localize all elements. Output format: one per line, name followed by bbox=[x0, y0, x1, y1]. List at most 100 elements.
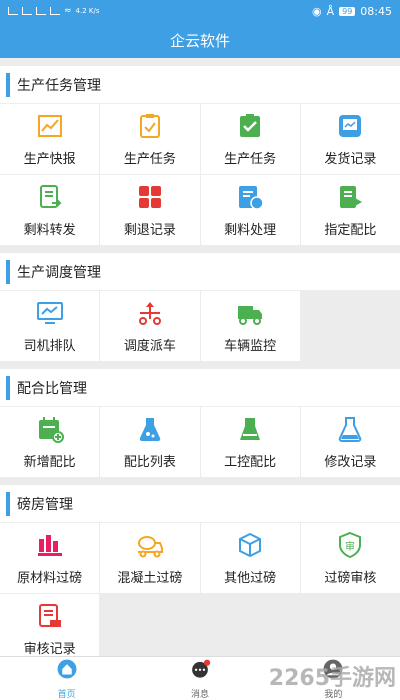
tab-message[interactable]: 消息 bbox=[133, 657, 266, 700]
feature-tile[interactable]: 司机排队 bbox=[0, 291, 100, 361]
feature-label: 剩料转发 bbox=[23, 222, 76, 238]
section-3: 磅房管理原材料过磅 混凝土过磅 其他过磅 审过磅审核审核记录 bbox=[0, 485, 400, 664]
beaker-icon bbox=[236, 415, 264, 443]
signal-icon bbox=[22, 7, 32, 15]
feature-label: 原材料过磅 bbox=[17, 570, 83, 586]
feature-tile[interactable]: 审核记录 bbox=[0, 594, 100, 664]
feature-label: 过磅审核 bbox=[324, 570, 377, 586]
section-header: 生产调度管理 bbox=[0, 253, 400, 291]
bluetooth-icon: Å bbox=[326, 4, 335, 18]
edit-doc-icon bbox=[236, 183, 264, 211]
section-title: 磅房管理 bbox=[17, 496, 73, 513]
feature-tile[interactable]: 工控配比 bbox=[200, 407, 300, 477]
material-scale-icon bbox=[36, 531, 64, 559]
feature-grid: 司机排队 调度派车 车辆监控 bbox=[0, 291, 400, 361]
section-accent-bar bbox=[6, 375, 10, 400]
truck-icon bbox=[236, 299, 264, 327]
feature-tile[interactable]: 发货记录 bbox=[300, 104, 400, 174]
network-speed: 4.2 K/s bbox=[75, 6, 100, 15]
signal-icon bbox=[50, 7, 60, 15]
chart-icon bbox=[36, 112, 64, 140]
feature-tile[interactable]: 生产任务 bbox=[100, 104, 200, 174]
tab-home[interactable]: 首页 bbox=[0, 657, 133, 700]
tab-label: 消息 bbox=[190, 689, 209, 700]
signal-icon bbox=[8, 7, 18, 15]
section-header: 磅房管理 bbox=[0, 485, 400, 523]
feature-label: 工控配比 bbox=[224, 454, 277, 470]
feature-label: 指定配比 bbox=[324, 222, 377, 238]
feature-tile[interactable]: 混凝土过磅 bbox=[100, 523, 200, 593]
feature-tile[interactable]: 生产任务 bbox=[200, 104, 300, 174]
section-title: 配合比管理 bbox=[17, 380, 87, 397]
app-title: 企云软件 bbox=[169, 31, 230, 50]
apps-grid-icon bbox=[136, 183, 164, 211]
feature-label: 审核记录 bbox=[23, 641, 76, 657]
box-icon bbox=[236, 531, 264, 559]
mixer-truck-icon bbox=[136, 531, 164, 559]
flask-edit-icon bbox=[336, 415, 364, 443]
eye-icon: ◉ bbox=[311, 4, 322, 18]
feature-label: 其他过磅 bbox=[224, 570, 277, 586]
section-header: 生产任务管理 bbox=[0, 66, 400, 104]
feature-label: 发货记录 bbox=[324, 151, 377, 167]
section-title: 生产调度管理 bbox=[17, 264, 101, 281]
feature-grid: 原材料过磅 混凝土过磅 其他过磅 审过磅审核审核记录 bbox=[0, 523, 400, 664]
section-accent-bar bbox=[6, 259, 10, 284]
section-2: 配合比管理新增配比 配比列表 工控配比 修改记录 bbox=[0, 369, 400, 477]
feature-tile[interactable]: 原材料过磅 bbox=[0, 523, 100, 593]
status-bar: ≈ 4.2 K/s ◉ Å 99 08:45 bbox=[0, 0, 400, 22]
signal-indicators: ≈ 4.2 K/s bbox=[8, 6, 100, 16]
feature-tile[interactable]: 修改记录 bbox=[300, 407, 400, 477]
clipboard-check-icon bbox=[236, 112, 264, 140]
feature-tile[interactable]: 调度派车 bbox=[100, 291, 200, 361]
feature-label: 修改记录 bbox=[324, 454, 377, 470]
main-content: 生产任务管理 生产快报 生产任务 生产任务 发货记录 剩料转发 剩退记录 剩料处理 指定配比 生产… bbox=[0, 66, 400, 672]
flag-doc-icon bbox=[336, 183, 364, 211]
home-icon bbox=[56, 658, 78, 684]
clock: 08:45 bbox=[360, 4, 392, 18]
feature-tile[interactable]: 其他过磅 bbox=[200, 523, 300, 593]
feature-label: 新增配比 bbox=[23, 454, 76, 470]
feature-label: 剩料处理 bbox=[224, 222, 277, 238]
document-forward-icon bbox=[36, 183, 64, 211]
feature-label: 生产任务 bbox=[123, 151, 176, 167]
shield-audit-icon: 审 bbox=[336, 531, 364, 559]
watermark-logo: 2265手游网 bbox=[268, 666, 396, 691]
battery-indicator: 99 bbox=[339, 6, 356, 16]
feature-label: 混凝土过磅 bbox=[117, 570, 183, 586]
feature-tile[interactable]: 配比列表 bbox=[100, 407, 200, 477]
feature-tile[interactable]: 指定配比 bbox=[300, 175, 400, 245]
clipboard-icon bbox=[136, 112, 164, 140]
section-accent-bar bbox=[6, 491, 10, 516]
feature-label: 调度派车 bbox=[123, 338, 176, 354]
section-header: 配合比管理 bbox=[0, 369, 400, 407]
flask-icon bbox=[136, 415, 164, 443]
feature-label: 生产任务 bbox=[224, 151, 277, 167]
feature-tile[interactable]: 剩退记录 bbox=[100, 175, 200, 245]
feature-tile[interactable]: 审过磅审核 bbox=[300, 523, 400, 593]
audit-record-icon bbox=[36, 602, 64, 630]
feature-label: 配比列表 bbox=[123, 454, 176, 470]
feature-label: 剩退记录 bbox=[123, 222, 176, 238]
section-accent-bar bbox=[6, 72, 10, 97]
section-1: 生产调度管理司机排队 调度派车 车辆监控 bbox=[0, 253, 400, 361]
tab-label: 首页 bbox=[57, 689, 76, 700]
feature-label: 生产快报 bbox=[23, 151, 76, 167]
dispatch-icon bbox=[136, 299, 164, 327]
feature-label: 司机排队 bbox=[23, 338, 76, 354]
svg-text:审: 审 bbox=[345, 540, 355, 553]
feature-grid: 新增配比 配比列表 工控配比 修改记录 bbox=[0, 407, 400, 477]
feature-tile[interactable]: 车辆监控 bbox=[200, 291, 300, 361]
wifi-icon: ≈ bbox=[64, 6, 72, 16]
feature-grid: 生产快报 生产任务 生产任务 发货记录剩料转发 剩退记录 剩料处理 指定配比 bbox=[0, 104, 400, 245]
feature-tile[interactable]: 剩料处理 bbox=[200, 175, 300, 245]
feature-tile[interactable]: 生产快报 bbox=[0, 104, 100, 174]
calendar-add-icon bbox=[36, 415, 64, 443]
monitor-icon bbox=[36, 299, 64, 327]
feature-tile[interactable]: 剩料转发 bbox=[0, 175, 100, 245]
message-icon bbox=[189, 658, 211, 684]
chart-board-icon bbox=[336, 112, 364, 140]
signal-icon bbox=[36, 7, 46, 15]
app-title-bar: 企云软件 bbox=[0, 22, 400, 58]
feature-tile[interactable]: 新增配比 bbox=[0, 407, 100, 477]
